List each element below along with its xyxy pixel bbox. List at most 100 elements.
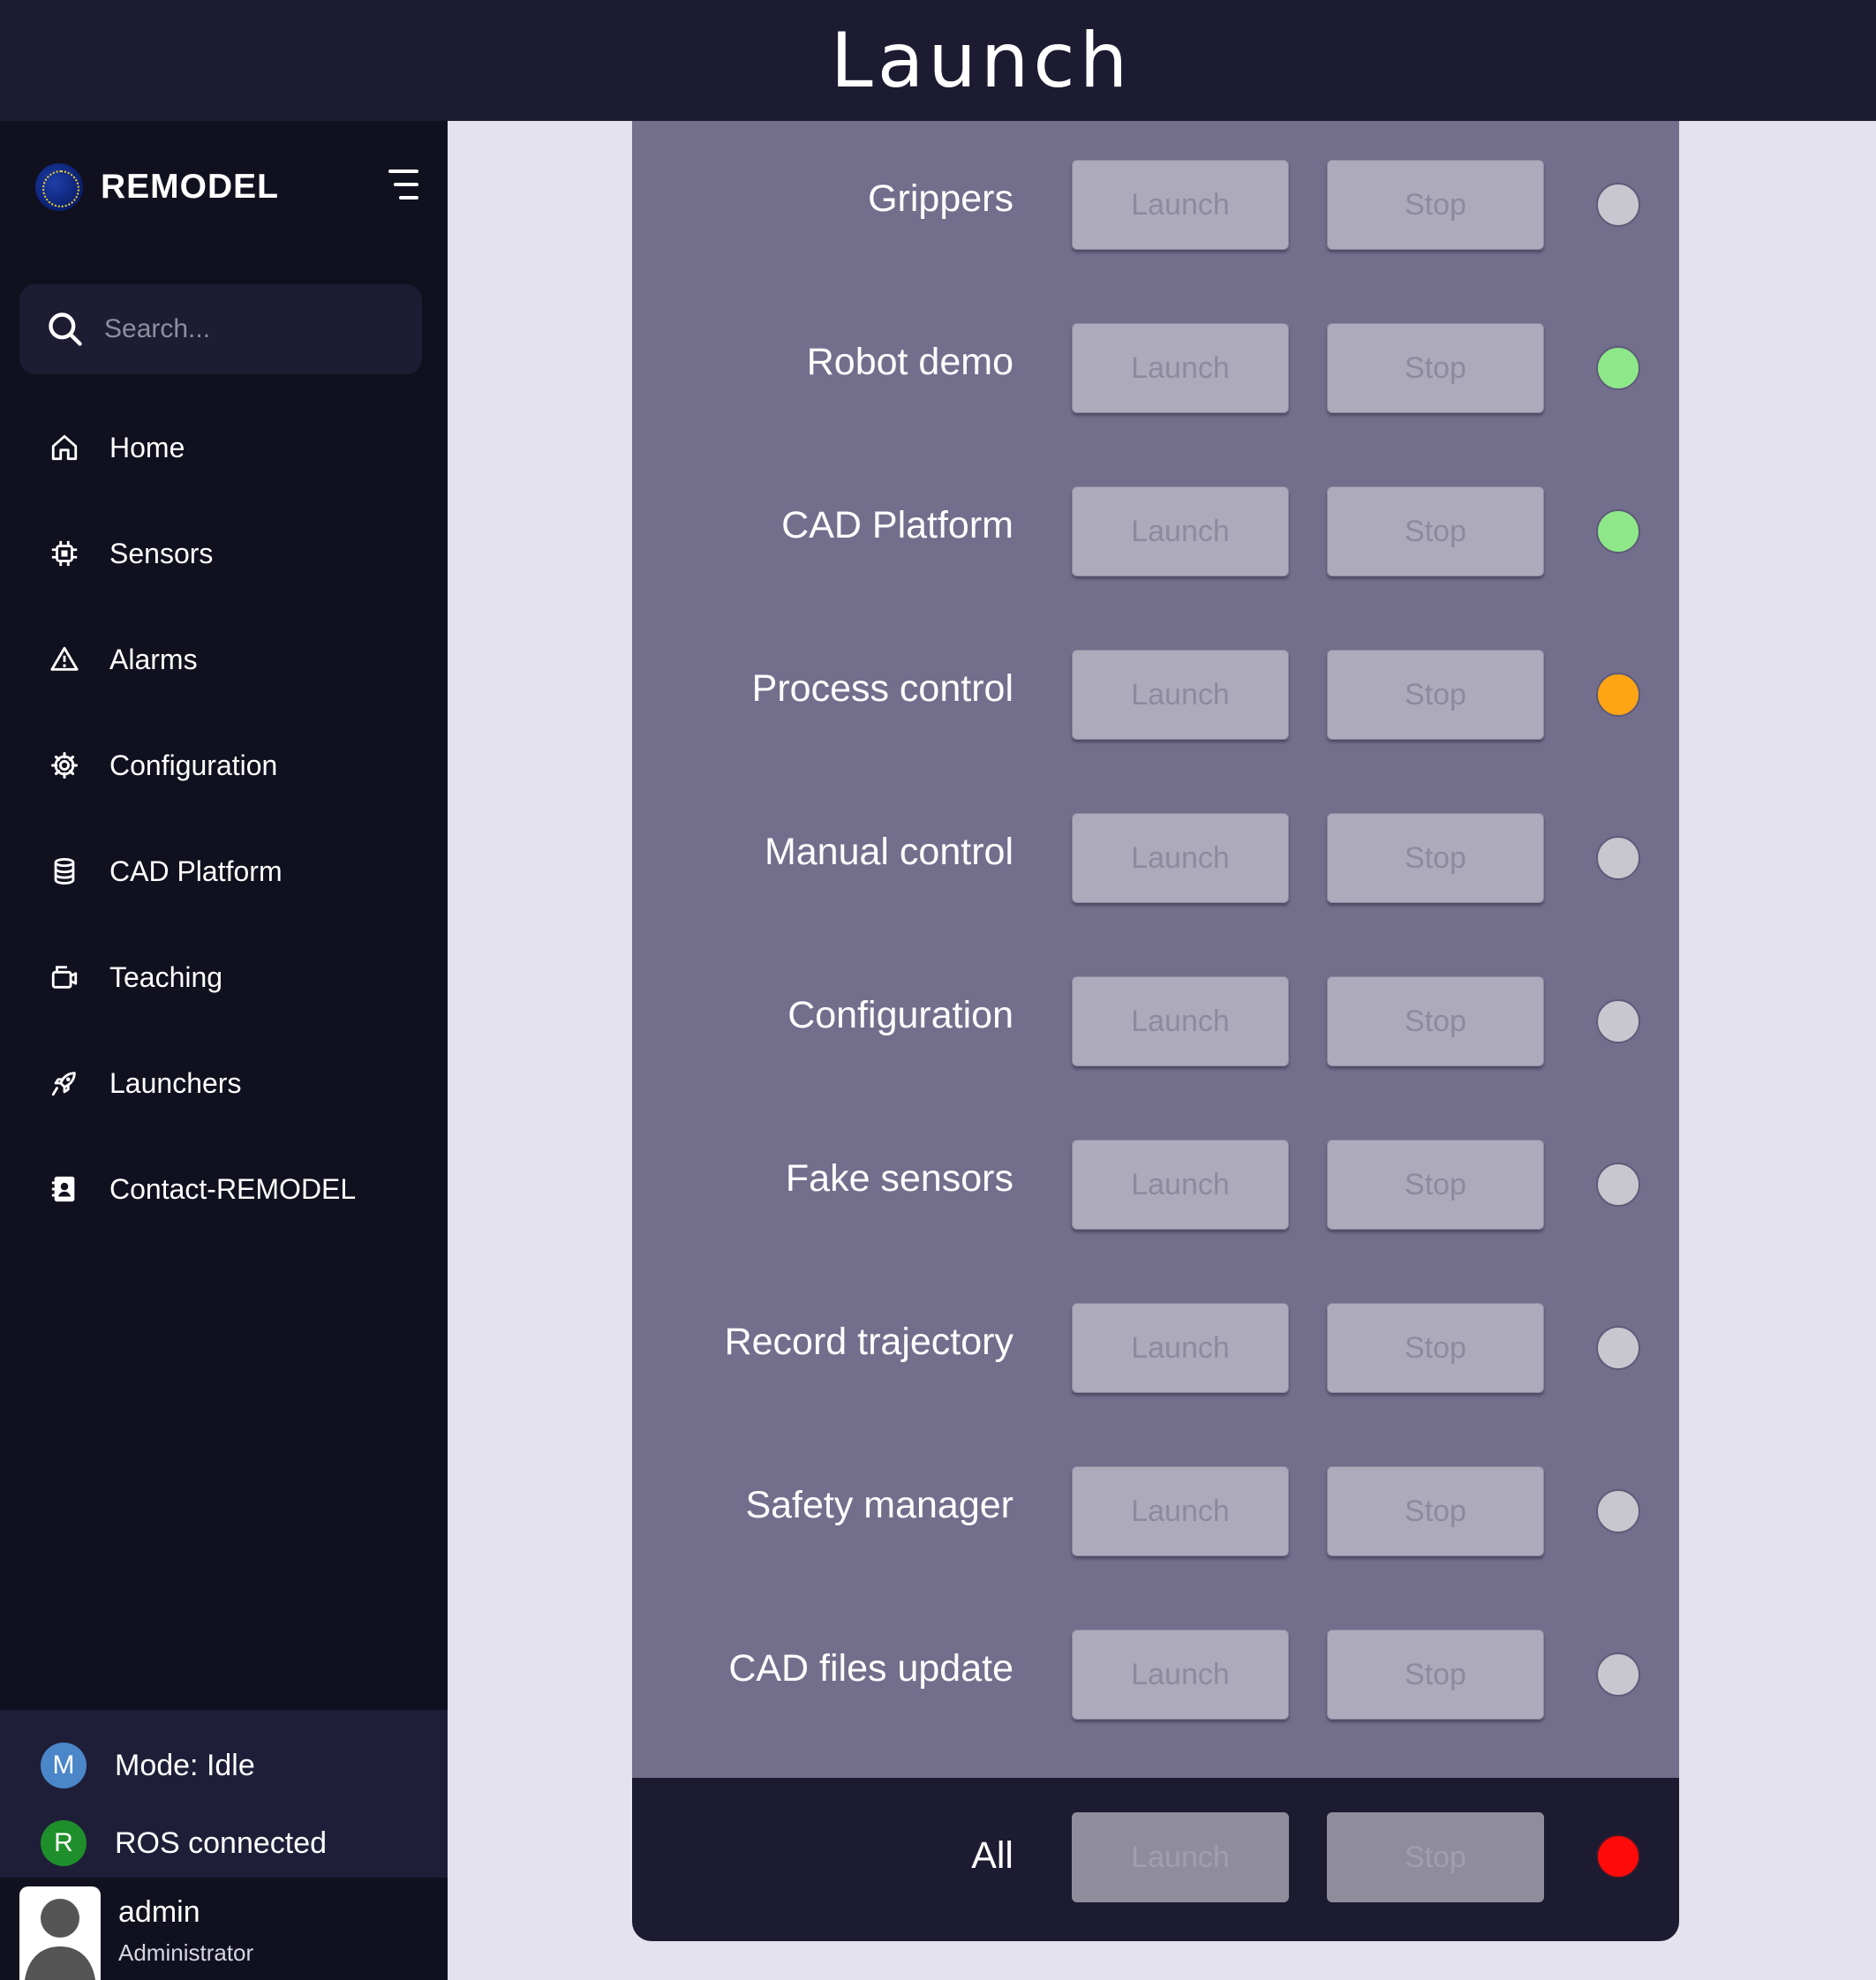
mode-label: Mode: Idle	[115, 1748, 255, 1782]
stop-button[interactable]: Stop	[1327, 160, 1544, 250]
sidebar-item-label: Alarms	[109, 643, 198, 675]
avatar	[19, 1886, 101, 1980]
stop-button[interactable]: Stop	[1327, 650, 1544, 740]
launch-button[interactable]: Launch	[1072, 1630, 1289, 1720]
launcher-row-configuration: Configuration Launch Stop	[632, 973, 1679, 1070]
chip-icon	[49, 538, 80, 569]
ros-label: ROS connected	[115, 1826, 328, 1860]
user-name: admin	[118, 1895, 200, 1929]
sidebar-item-launchers[interactable]: Launchers	[0, 1030, 448, 1136]
sidebar-item-label: Sensors	[109, 537, 214, 569]
launcher-label: Grippers	[868, 177, 1013, 220]
brand-name: REMODEL	[101, 168, 279, 206]
launcher-row-fake-sensors: Fake sensors Launch Stop	[632, 1136, 1679, 1233]
sidebar-item-label: Teaching	[109, 960, 223, 993]
launcher-row-manual-control: Manual control Launch Stop	[632, 809, 1679, 907]
all-status-indicator	[1596, 1834, 1640, 1878]
sidebar-item-alarms[interactable]: Alarms	[0, 606, 448, 712]
launcher-label: Process control	[751, 667, 1013, 710]
status-indicator	[1596, 1163, 1640, 1207]
all-launchers-bar: All Launch Stop	[632, 1778, 1679, 1941]
status-indicator	[1596, 1489, 1640, 1533]
gear-icon	[49, 749, 80, 781]
home-icon	[49, 432, 80, 463]
launcher-label: Fake sensors	[785, 1157, 1013, 1200]
ros-badge: R	[41, 1820, 87, 1866]
status-indicator	[1596, 509, 1640, 553]
mode-status: M Mode: Idle	[41, 1741, 255, 1790]
stop-button[interactable]: Stop	[1327, 1630, 1544, 1720]
sidebar-item-label: Configuration	[109, 749, 278, 781]
warning-icon	[49, 644, 80, 675]
status-indicator	[1596, 346, 1640, 390]
ros-status: R ROS connected	[41, 1818, 327, 1868]
sidebar-item-label: Launchers	[109, 1066, 242, 1099]
stop-button[interactable]: Stop	[1327, 1140, 1544, 1230]
user-profile[interactable]: admin Administrator	[0, 1878, 448, 1980]
sidebar-item-contact[interactable]: Contact-REMODEL	[0, 1136, 448, 1242]
launcher-label: Configuration	[787, 994, 1013, 1036]
menu-toggle-icon[interactable]	[383, 169, 418, 200]
launcher-label: Manual control	[764, 831, 1013, 873]
status-indicator	[1596, 836, 1640, 880]
page-title: Launch	[830, 16, 1133, 105]
status-indicator	[1596, 673, 1640, 717]
mode-badge: M	[41, 1743, 87, 1788]
stop-button[interactable]: Stop	[1327, 486, 1544, 576]
stop-button[interactable]: Stop	[1327, 323, 1544, 413]
launcher-panel: Grippers Launch Stop Robot demo Launch S…	[632, 121, 1679, 1778]
launch-button[interactable]: Launch	[1072, 976, 1289, 1066]
sidebar-item-home[interactable]: Home	[0, 395, 448, 501]
launch-button[interactable]: Launch	[1072, 1140, 1289, 1230]
all-label: All	[971, 1834, 1013, 1877]
sidebar-item-teaching[interactable]: Teaching	[0, 924, 448, 1030]
stop-button[interactable]: Stop	[1327, 813, 1544, 903]
status-indicator	[1596, 999, 1640, 1043]
eu-logo-icon	[35, 163, 83, 211]
stop-all-button[interactable]: Stop	[1327, 1812, 1544, 1902]
sidebar-item-label: Home	[109, 431, 185, 463]
launcher-row-cad-files-update: CAD files update Launch Stop	[632, 1626, 1679, 1723]
search-box	[19, 284, 422, 374]
launch-button[interactable]: Launch	[1072, 486, 1289, 576]
sidebar-item-label: CAD Platform	[109, 854, 283, 887]
launcher-label: CAD Platform	[781, 504, 1013, 546]
sidebar: REMODEL Home Sensors Alarms	[0, 121, 448, 1980]
launch-all-button[interactable]: Launch	[1072, 1812, 1289, 1902]
launch-button[interactable]: Launch	[1072, 650, 1289, 740]
user-role: Administrator	[118, 1939, 254, 1966]
status-indicator	[1596, 183, 1640, 227]
launcher-row-robot-demo: Robot demo Launch Stop	[632, 320, 1679, 417]
launch-button[interactable]: Launch	[1072, 813, 1289, 903]
status-indicator	[1596, 1326, 1640, 1370]
launch-button[interactable]: Launch	[1072, 1466, 1289, 1556]
rocket-icon	[49, 1067, 80, 1099]
launch-button[interactable]: Launch	[1072, 323, 1289, 413]
contact-icon	[49, 1173, 80, 1205]
teaching-icon	[49, 961, 80, 993]
sidebar-item-label: Contact-REMODEL	[109, 1172, 357, 1205]
launcher-label: CAD files update	[728, 1647, 1013, 1690]
search-icon	[49, 312, 82, 346]
launch-button[interactable]: Launch	[1072, 160, 1289, 250]
status-panel: M Mode: Idle R ROS connected	[0, 1710, 448, 1878]
launcher-label: Robot demo	[806, 341, 1013, 383]
launcher-row-record-trajectory: Record trajectory Launch Stop	[632, 1299, 1679, 1397]
brand[interactable]: REMODEL	[35, 161, 279, 214]
sidebar-nav: Home Sensors Alarms Configuration CAD Pl…	[0, 395, 448, 1242]
top-bar: Launch	[0, 0, 1876, 121]
stop-button[interactable]: Stop	[1327, 1466, 1544, 1556]
launcher-label: Record trajectory	[724, 1321, 1013, 1363]
sidebar-item-configuration[interactable]: Configuration	[0, 712, 448, 818]
stop-button[interactable]: Stop	[1327, 976, 1544, 1066]
search-input[interactable]	[104, 314, 396, 344]
launch-button[interactable]: Launch	[1072, 1303, 1289, 1393]
database-icon	[49, 855, 80, 887]
sidebar-item-sensors[interactable]: Sensors	[0, 501, 448, 606]
status-indicator	[1596, 1653, 1640, 1697]
sidebar-item-cad-platform[interactable]: CAD Platform	[0, 818, 448, 924]
launcher-label: Safety manager	[745, 1484, 1013, 1526]
launcher-row-cad-platform: CAD Platform Launch Stop	[632, 483, 1679, 580]
stop-button[interactable]: Stop	[1327, 1303, 1544, 1393]
launcher-row-process-control: Process control Launch Stop	[632, 646, 1679, 743]
